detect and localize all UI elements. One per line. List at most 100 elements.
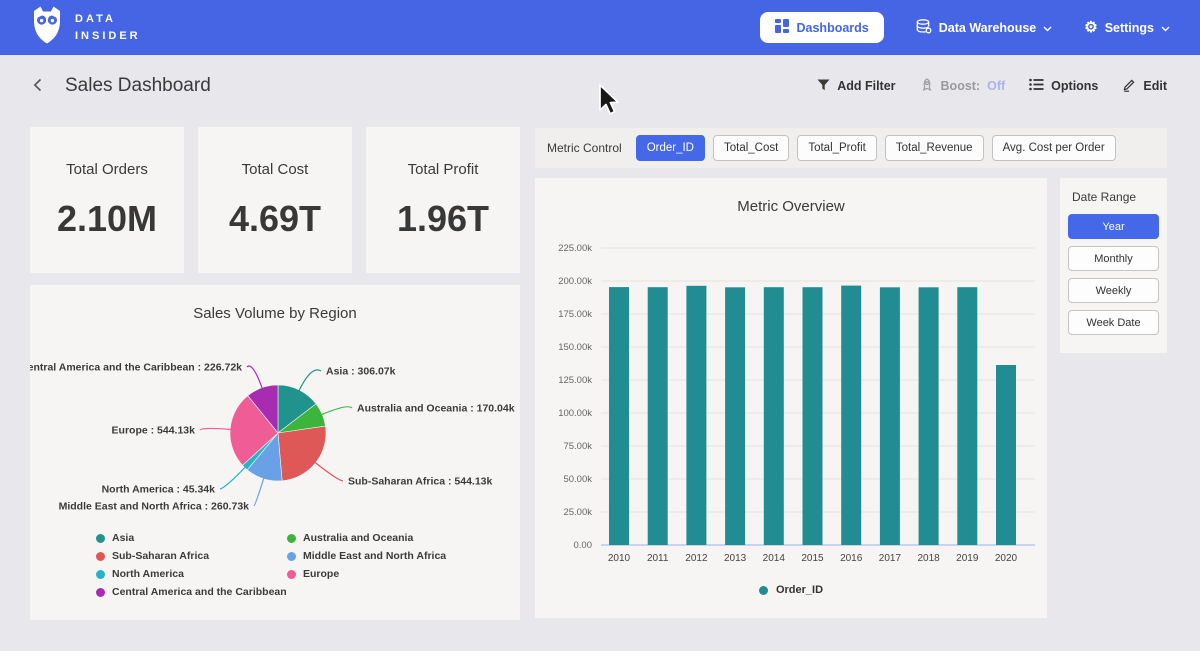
pencil-icon <box>1122 78 1136 95</box>
legend-dot <box>96 570 105 579</box>
stat-card-total-orders: Total Orders 2.10M <box>30 127 184 273</box>
svg-text:Middle East and North Africa :: Middle East and North Africa : 260.73k <box>59 501 250 513</box>
options-list-icon <box>1029 78 1044 94</box>
legend-dot <box>287 534 296 543</box>
brand: DATA INSIDER <box>30 6 141 49</box>
date-range-card: Date Range Year Monthly Weekly Week Date <box>1060 178 1167 353</box>
svg-text:Sub-Saharan Africa : 544.13k: Sub-Saharan Africa : 544.13k <box>348 476 492 488</box>
date-range-weekly-button[interactable]: Weekly <box>1068 278 1159 303</box>
date-range-week-date-button[interactable]: Week Date <box>1068 310 1159 335</box>
metric-control-label: Metric Control <box>547 141 622 155</box>
svg-text:125.00k: 125.00k <box>558 375 592 386</box>
stat-value: 1.96T <box>397 198 489 240</box>
svg-text:2019: 2019 <box>956 553 979 564</box>
svg-text:2011: 2011 <box>647 553 669 564</box>
dashboard-grid-icon <box>775 19 789 36</box>
pie-legend-item[interactable]: Central America and the Caribbean <box>96 586 287 598</box>
add-filter-button[interactable]: Add Filter <box>817 79 895 94</box>
sales-dashboard-app: DATA INSIDER Dashboards <box>0 0 1200 651</box>
metric-chip-total-cost[interactable]: Total_Cost <box>713 135 789 161</box>
pie-legend-item[interactable]: Australia and Oceania <box>287 532 446 544</box>
chevron-down-icon <box>1161 21 1170 35</box>
chevron-left-icon <box>33 78 42 95</box>
nav-data-warehouse-label: Data Warehouse <box>939 21 1036 35</box>
metric-chip-total-profit[interactable]: Total_Profit <box>797 135 877 161</box>
options-button[interactable]: Options <box>1029 78 1098 94</box>
legend-label: Order_ID <box>776 584 823 596</box>
bar-chart-card: Metric Overview 0.0025.00k50.00k75.00k10… <box>535 178 1047 618</box>
legend-dot <box>96 588 105 597</box>
svg-text:Europe : 544.13k: Europe : 544.13k <box>112 425 196 437</box>
svg-text:150.00k: 150.00k <box>558 342 592 353</box>
filter-funnel-icon <box>817 79 830 94</box>
svg-text:175.00k: 175.00k <box>558 309 592 320</box>
app-header: DATA INSIDER Dashboards <box>0 0 1200 55</box>
metric-chip-total-revenue[interactable]: Total_Revenue <box>885 135 984 161</box>
legend-dot <box>287 552 296 561</box>
svg-text:2015: 2015 <box>801 553 824 564</box>
metric-chip-avg-cost-per-order[interactable]: Avg. Cost per Order <box>992 135 1116 161</box>
brand-name: DATA INSIDER <box>75 11 141 44</box>
svg-text:Australia and Oceania : 170.04: Australia and Oceania : 170.04k <box>357 403 515 415</box>
pie-legend-item[interactable]: Europe <box>287 568 446 580</box>
bar-chart-legend[interactable]: Order_ID <box>535 584 1047 596</box>
stat-cards-row: Total Orders 2.10M Total Cost 4.69T Tota… <box>30 127 520 273</box>
svg-text:25.00k: 25.00k <box>563 507 592 518</box>
pie-legend-item[interactable]: Asia <box>96 532 287 544</box>
nav-dashboards-button[interactable]: Dashboards <box>760 12 884 43</box>
stat-label: Total Orders <box>66 161 148 178</box>
gear-icon: ⚙ <box>1084 20 1097 35</box>
boost-state: Off <box>987 79 1005 93</box>
date-range-label: Date Range <box>1072 190 1159 204</box>
svg-text:Asia : 306.07k: Asia : 306.07k <box>326 366 396 378</box>
stat-label: Total Cost <box>242 161 309 178</box>
svg-text:100.00k: 100.00k <box>558 408 592 419</box>
svg-text:0.00: 0.00 <box>574 540 593 551</box>
date-range-monthly-button[interactable]: Monthly <box>1068 246 1159 271</box>
nav-settings-button[interactable]: ⚙ Settings <box>1084 20 1170 35</box>
svg-text:2012: 2012 <box>685 553 708 564</box>
header-nav: Dashboards Data Warehouse <box>760 12 1171 43</box>
svg-text:50.00k: 50.00k <box>563 474 592 485</box>
legend-dot <box>287 570 296 579</box>
metric-control-bar: Metric Control Order_ID Total_Cost Total… <box>535 128 1167 168</box>
svg-text:200.00k: 200.00k <box>558 276 592 287</box>
svg-text:Central America and the Caribb: Central America and the Caribbean : 226.… <box>30 362 242 374</box>
stat-value: 4.69T <box>229 198 321 240</box>
svg-text:2020: 2020 <box>995 553 1018 564</box>
back-button[interactable] <box>33 78 42 95</box>
nav-dashboards-label: Dashboards <box>797 21 869 35</box>
pie-chart-card: Sales Volume by Region Asia : 306.07kAus… <box>30 285 520 620</box>
svg-text:North America : 45.34k: North America : 45.34k <box>102 484 216 496</box>
svg-text:2010: 2010 <box>608 553 631 564</box>
bar-chart: 0.00 25.00k 50.00k 75.00k 100.00k 125.00k 150.… <box>535 178 1047 618</box>
svg-text:2013: 2013 <box>724 553 747 564</box>
stat-card-total-profit: Total Profit 1.96T <box>366 127 520 273</box>
stat-value: 2.10M <box>57 198 157 240</box>
pie-legend-item[interactable]: North America <box>96 568 287 580</box>
svg-text:2018: 2018 <box>917 553 940 564</box>
database-icon <box>916 19 932 37</box>
svg-text:2016: 2016 <box>840 553 863 564</box>
nav-data-warehouse-button[interactable]: Data Warehouse <box>916 19 1052 37</box>
edit-button[interactable]: Edit <box>1122 78 1167 95</box>
metric-chip-order-id[interactable]: Order_ID <box>636 135 705 161</box>
legend-dot <box>96 534 105 543</box>
stat-label: Total Profit <box>408 161 479 178</box>
page-title: Sales Dashboard <box>65 75 211 97</box>
pie-legend-item[interactable]: Sub-Saharan Africa <box>96 550 287 562</box>
svg-text:225.00k: 225.00k <box>558 243 592 254</box>
legend-dot <box>759 586 768 595</box>
nav-settings-label: Settings <box>1105 21 1154 35</box>
boost-toggle[interactable]: Boost: Off <box>920 78 1006 95</box>
legend-dot <box>96 552 105 561</box>
svg-text:75.00k: 75.00k <box>563 441 592 452</box>
date-range-year-button[interactable]: Year <box>1068 214 1159 239</box>
svg-text:2014: 2014 <box>763 553 786 564</box>
pie-legend: Asia Sub-Saharan Africa North America Centr… <box>96 532 446 598</box>
pie-legend-item[interactable]: Middle East and North Africa <box>287 550 446 562</box>
owl-logo-icon <box>30 6 64 49</box>
stat-card-total-cost: Total Cost 4.69T <box>198 127 352 273</box>
svg-text:2017: 2017 <box>879 553 902 564</box>
chevron-down-icon <box>1043 21 1052 35</box>
